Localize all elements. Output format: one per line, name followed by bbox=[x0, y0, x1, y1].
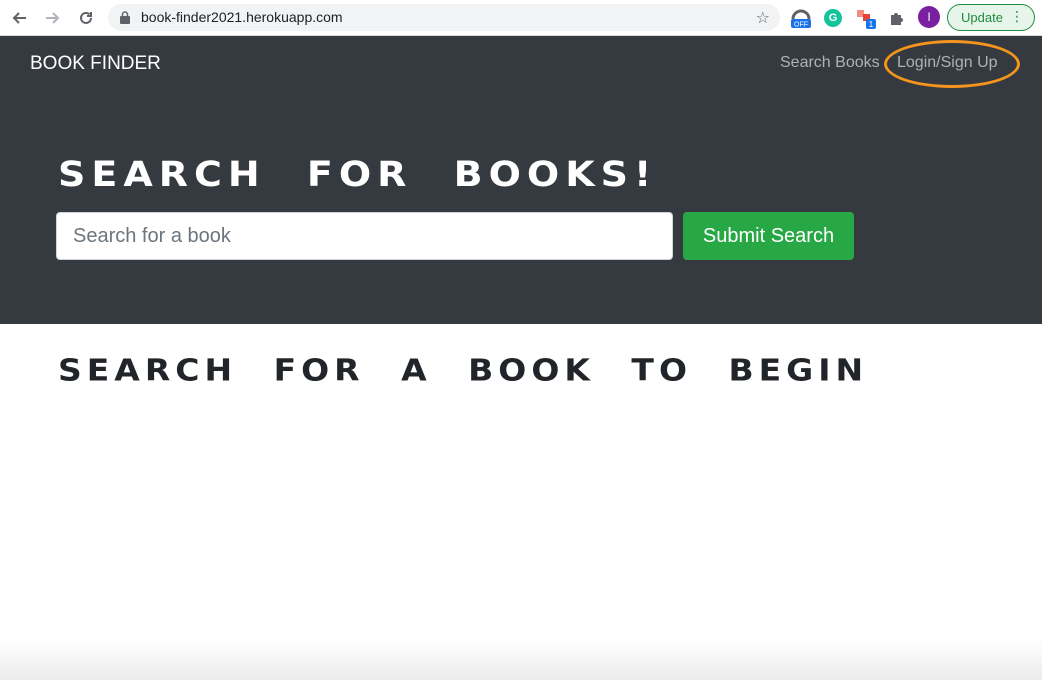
speedometer-off-icon[interactable]: OFF bbox=[790, 7, 812, 29]
back-icon[interactable] bbox=[10, 8, 30, 28]
search-input[interactable] bbox=[56, 212, 673, 260]
grammarly-icon[interactable]: G bbox=[822, 7, 844, 29]
forward-icon[interactable] bbox=[42, 8, 62, 28]
extension-badge-icon[interactable]: 1 bbox=[855, 7, 877, 29]
puzzle-icon[interactable] bbox=[886, 7, 908, 29]
update-label: Update bbox=[961, 10, 1003, 25]
page-bottom-shade bbox=[0, 640, 1042, 680]
hero-section: BOOK FINDER Search Books Login/Sign Up S… bbox=[0, 36, 1042, 324]
nav-search-books-link[interactable]: Search Books bbox=[780, 54, 880, 72]
lock-icon bbox=[120, 11, 130, 24]
address-bar[interactable]: book-finder2021.herokuapp.com ☆ bbox=[108, 4, 780, 31]
svg-text:1: 1 bbox=[869, 20, 874, 29]
empty-state-message: SEARCH FOR A BOOK TO BEGIN bbox=[58, 352, 869, 388]
highlight-circle bbox=[884, 40, 1020, 88]
url-text: book-finder2021.herokuapp.com bbox=[141, 9, 343, 25]
update-button[interactable]: Update ⋮ bbox=[947, 4, 1035, 31]
bookmark-star-icon[interactable]: ☆ bbox=[756, 8, 770, 28]
svg-text:OFF: OFF bbox=[794, 22, 808, 29]
brand-link[interactable]: BOOK FINDER bbox=[30, 53, 161, 75]
browser-toolbar: book-finder2021.herokuapp.com ☆ OFF G 1 … bbox=[0, 0, 1042, 36]
menu-icon[interactable]: ⋮ bbox=[1010, 9, 1024, 23]
reload-icon[interactable] bbox=[76, 8, 96, 28]
submit-search-button[interactable]: Submit Search bbox=[683, 212, 854, 260]
hero-title: SEARCH FOR BOOKS! bbox=[58, 154, 658, 195]
profile-avatar[interactable]: I bbox=[918, 6, 940, 28]
